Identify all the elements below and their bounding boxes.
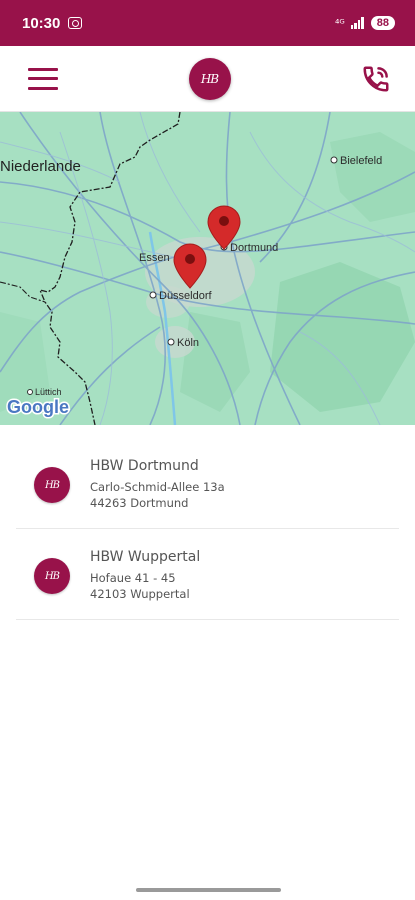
hamburger-menu-icon[interactable]	[28, 67, 58, 90]
network-type-icon: ⁴ᴳ	[334, 16, 345, 30]
location-logo: HB	[34, 558, 70, 594]
locations-list: HB HBW Dortmund Carlo-Schmid-Allee 13a 4…	[16, 438, 399, 620]
location-street: Hofaue 41 - 45	[90, 571, 176, 585]
signal-strength-icon	[350, 17, 365, 29]
status-time: 10:30	[22, 14, 61, 32]
location-city: 42103 Wuppertal	[90, 587, 190, 601]
map-label-essen: Essen	[139, 252, 170, 264]
location-name: HBW Dortmund	[90, 458, 199, 474]
location-text: HBW Wuppertal Hofaue 41 - 45 42103 Wuppe…	[90, 549, 200, 602]
battery-level-badge: 88	[370, 16, 395, 30]
map-label-koeln: Köln	[177, 337, 199, 349]
location-city: 44263 Dortmund	[90, 496, 189, 510]
map-label-bielefeld: Bielefeld	[340, 155, 382, 167]
location-item-dortmund[interactable]: HB HBW Dortmund Carlo-Schmid-Allee 13a 4…	[16, 438, 399, 529]
location-logo: HB	[34, 467, 70, 503]
map-label-dortmund: Dortmund	[230, 242, 278, 254]
status-bar: 10:30 ⁴ᴳ 88	[0, 0, 415, 46]
map-label-luettich: Lüttich	[35, 387, 62, 397]
location-name: HBW Wuppertal	[90, 549, 201, 565]
map-label-duesseldorf: Düsseldorf	[159, 290, 213, 302]
status-right: ⁴ᴳ 88	[335, 16, 395, 30]
hbw-logo[interactable]: HB	[188, 57, 231, 100]
home-indicator[interactable]	[136, 888, 281, 892]
location-text: HBW Dortmund Carlo-Schmid-Allee 13a 4426…	[90, 458, 225, 511]
phone-call-icon[interactable]	[361, 64, 391, 94]
app-header: HB	[0, 46, 415, 112]
google-attribution: Google	[7, 397, 69, 417]
screen-record-icon	[68, 17, 83, 29]
map-label-niederlande: Niederlande	[0, 158, 81, 175]
location-map[interactable]: Niederlande Bielefeld Dortmund Essen Düs…	[0, 112, 415, 425]
location-street: Carlo-Schmid-Allee 13a	[90, 480, 225, 494]
status-left: 10:30	[22, 14, 83, 32]
map-canvas[interactable]: Niederlande Bielefeld Dortmund Essen Düs…	[0, 112, 415, 425]
location-item-wuppertal[interactable]: HB HBW Wuppertal Hofaue 41 - 45 42103 Wu…	[16, 529, 399, 620]
